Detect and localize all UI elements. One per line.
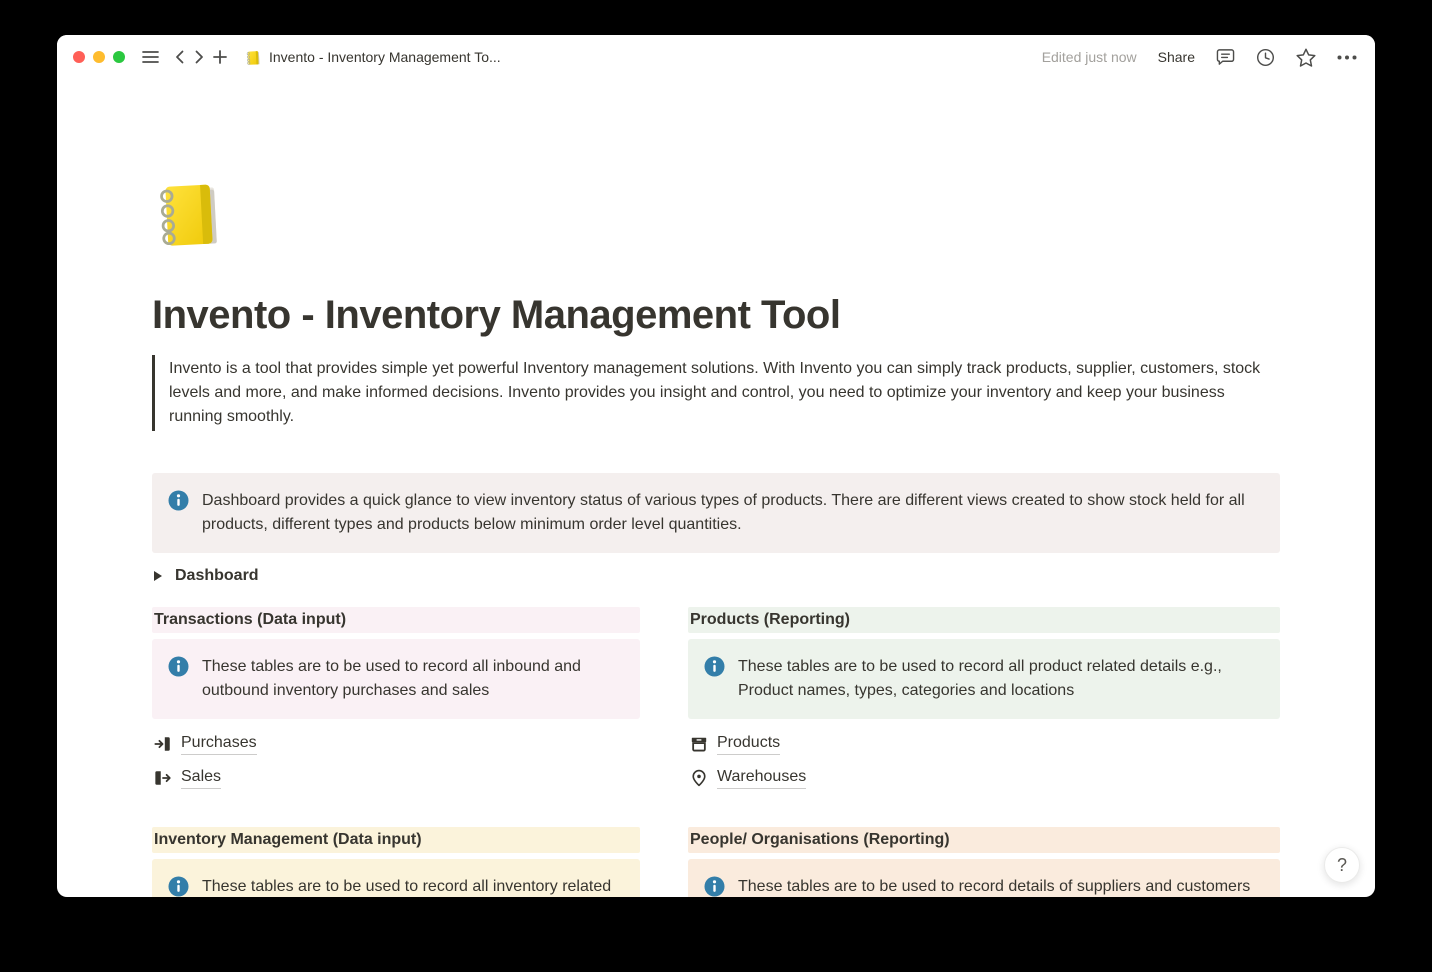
info-icon <box>168 656 189 677</box>
help-button[interactable]: ? <box>1324 847 1360 883</box>
door-export-icon <box>154 769 172 787</box>
hamburger-icon <box>142 50 159 64</box>
door-import-icon <box>154 735 172 753</box>
transactions-callout-text: These tables are to be used to record al… <box>202 655 624 703</box>
info-icon <box>704 656 725 677</box>
new-tab-button[interactable] <box>213 50 227 64</box>
page-title[interactable]: Invento - Inventory Management Tool <box>152 289 1280 341</box>
inventory-management-callout-text: These tables are to be used to record al… <box>202 875 624 897</box>
page-link-sales[interactable]: Sales <box>152 764 640 791</box>
archive-box-icon <box>690 735 708 753</box>
app-window: Invento - Inventory Management To... Edi… <box>57 35 1375 897</box>
products-callout[interactable]: These tables are to be used to record al… <box>688 639 1280 719</box>
zoom-window-button[interactable] <box>113 51 125 63</box>
page-link-products[interactable]: Products <box>688 730 1280 757</box>
chevron-right-icon <box>195 50 204 64</box>
section-header-transactions[interactable]: Transactions (Data input) <box>152 607 640 633</box>
page-link-warehouses[interactable]: Warehouses <box>688 764 1280 791</box>
tab-title[interactable]: Invento - Inventory Management To... <box>245 49 501 66</box>
share-button[interactable]: Share <box>1158 49 1195 65</box>
traffic-lights <box>73 51 125 63</box>
sales-link-label: Sales <box>181 766 221 789</box>
section-header-people-organisations[interactable]: People/ Organisations (Reporting) <box>688 827 1280 853</box>
two-column-layout: Transactions (Data input) These tables a… <box>152 607 1280 897</box>
toggle-triangle-icon[interactable] <box>154 571 162 581</box>
left-column: Transactions (Data input) These tables a… <box>152 607 640 897</box>
warehouses-link-label: Warehouses <box>717 766 806 789</box>
products-callout-text: These tables are to be used to record al… <box>738 655 1264 703</box>
people-organisations-callout[interactable]: These tables are to be used to record de… <box>688 859 1280 897</box>
info-icon <box>168 490 189 511</box>
minimize-window-button[interactable] <box>93 51 105 63</box>
chevron-left-icon <box>175 50 184 64</box>
section-header-inventory-management[interactable]: Inventory Management (Data input) <box>152 827 640 853</box>
more-options-button[interactable] <box>1337 55 1357 60</box>
favorite-button[interactable] <box>1296 48 1316 67</box>
page-body: Invento - Inventory Management Tool Inve… <box>57 175 1375 897</box>
info-icon <box>168 876 189 897</box>
ellipsis-icon <box>1337 55 1357 60</box>
products-link-label: Products <box>717 732 780 755</box>
back-button[interactable] <box>175 50 184 64</box>
tab-title-label: Invento - Inventory Management To... <box>269 49 501 65</box>
comment-icon <box>1216 48 1235 66</box>
dashboard-toggle[interactable]: Dashboard <box>152 564 1280 588</box>
dashboard-toggle-label: Dashboard <box>175 567 259 585</box>
location-pin-icon <box>690 769 708 787</box>
notebook-emoji-icon <box>245 49 262 66</box>
plus-icon <box>213 50 227 64</box>
star-icon <box>1296 48 1316 67</box>
purchases-link-label: Purchases <box>181 732 257 755</box>
transactions-callout[interactable]: These tables are to be used to record al… <box>152 639 640 719</box>
sidebar-menu-button[interactable] <box>142 50 159 64</box>
titlebar: Invento - Inventory Management To... Edi… <box>57 35 1375 79</box>
clock-icon <box>1256 48 1275 67</box>
page-notebook-emoji-icon[interactable] <box>152 175 228 251</box>
dashboard-info-text: Dashboard provides a quick glance to vie… <box>202 489 1264 537</box>
intro-quote[interactable]: Invento is a tool that provides simple y… <box>152 355 1280 431</box>
history-button[interactable] <box>1256 48 1275 67</box>
page-link-purchases[interactable]: Purchases <box>152 730 640 757</box>
right-column: Products (Reporting) These tables are to… <box>688 607 1280 897</box>
comments-button[interactable] <box>1216 48 1235 66</box>
edited-status: Edited just now <box>1042 49 1137 65</box>
section-header-products[interactable]: Products (Reporting) <box>688 607 1280 633</box>
close-window-button[interactable] <box>73 51 85 63</box>
inventory-management-callout[interactable]: These tables are to be used to record al… <box>152 859 640 897</box>
forward-button[interactable] <box>195 50 204 64</box>
people-organisations-callout-text: These tables are to be used to record de… <box>738 875 1250 897</box>
dashboard-info-callout[interactable]: Dashboard provides a quick glance to vie… <box>152 473 1280 553</box>
info-icon <box>704 876 725 897</box>
